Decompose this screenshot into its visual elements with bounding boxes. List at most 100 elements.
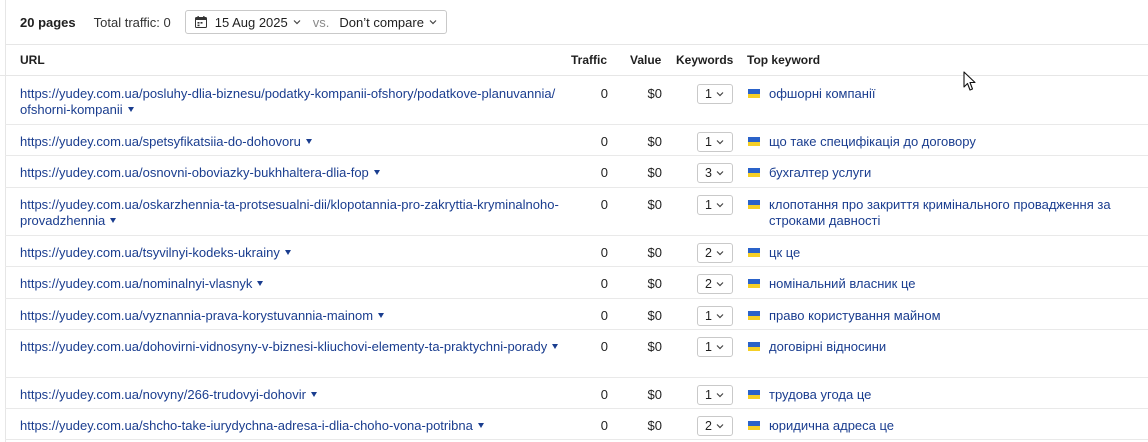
traffic-value: 0 bbox=[600, 86, 608, 101]
page-url-link[interactable]: https://yudey.com.ua/dohovirni-vidnosyny… bbox=[20, 339, 560, 355]
ukraine-flag-icon bbox=[748, 390, 760, 399]
keywords-dropdown[interactable]: 1 bbox=[697, 385, 733, 405]
table-row: https://yudey.com.ua/oskarzhennia-ta-pro… bbox=[5, 188, 1148, 236]
ukraine-flag-icon bbox=[748, 279, 760, 288]
traffic-value: 0 bbox=[600, 418, 608, 433]
table-row: https://yudey.com.ua/spetsyfikatsiia-do-… bbox=[5, 125, 1148, 156]
traffic-value: 0 bbox=[600, 308, 608, 323]
page-url-link[interactable]: https://yudey.com.ua/osnovni-oboviazky-b… bbox=[20, 165, 560, 181]
page-url-text[interactable]: https://yudey.com.ua/shcho-take-iurydych… bbox=[20, 418, 473, 433]
page-url-text[interactable]: https://yudey.com.ua/vyznannia-prava-kor… bbox=[20, 308, 373, 323]
column-header-traffic[interactable]: Traffic bbox=[571, 53, 607, 67]
column-header-top-keyword[interactable]: Top keyword bbox=[747, 53, 820, 67]
ukraine-flag-icon bbox=[748, 311, 760, 320]
caret-down-icon[interactable] bbox=[373, 170, 380, 175]
chevron-down-icon bbox=[716, 92, 724, 97]
page-url-link[interactable]: https://yudey.com.ua/nominalnyi-vlasnyk bbox=[20, 276, 560, 292]
page-url-text[interactable]: https://yudey.com.ua/oskarzhennia-ta-pro… bbox=[20, 197, 559, 228]
keywords-count[interactable]: 1 bbox=[705, 388, 712, 402]
keywords-count[interactable]: 2 bbox=[705, 419, 712, 433]
compare-value[interactable]: Don’t compare bbox=[339, 15, 424, 30]
keywords-dropdown[interactable]: 1 bbox=[697, 84, 733, 104]
value-amount: $0 bbox=[647, 308, 662, 323]
top-keyword-link[interactable]: офшорні компанії bbox=[769, 86, 1119, 102]
traffic-value: 0 bbox=[600, 339, 608, 354]
chevron-down-icon bbox=[716, 393, 724, 398]
vs-label: vs. bbox=[312, 14, 330, 30]
keywords-dropdown[interactable]: 3 bbox=[697, 163, 733, 183]
value-amount: $0 bbox=[647, 276, 662, 291]
chevron-down-icon bbox=[716, 171, 724, 176]
column-header-value[interactable]: Value bbox=[630, 53, 661, 67]
keywords-count[interactable]: 2 bbox=[705, 246, 712, 260]
table-row: https://yudey.com.ua/novyny/266-trudovyi… bbox=[5, 378, 1148, 409]
page-url-text[interactable]: https://yudey.com.ua/posluhy-dlia-biznes… bbox=[20, 86, 555, 117]
top-keyword-link[interactable]: що таке специфікація до договору bbox=[769, 134, 1119, 150]
table-row: https://yudey.com.ua/nominalnyi-vlasnyk … bbox=[5, 267, 1148, 299]
keywords-count[interactable]: 2 bbox=[705, 277, 712, 291]
keywords-dropdown[interactable]: 2 bbox=[697, 274, 733, 294]
ukraine-flag-icon bbox=[748, 200, 760, 209]
top-keyword-link[interactable]: трудова угода це bbox=[769, 387, 1119, 403]
page-url-link[interactable]: https://yudey.com.ua/posluhy-dlia-biznes… bbox=[20, 86, 560, 118]
top-keyword-link[interactable]: договірні відносини bbox=[769, 339, 1119, 355]
mouse-cursor-icon bbox=[963, 71, 976, 91]
top-keyword-link[interactable]: бухгалтер услуги bbox=[769, 165, 1119, 181]
page-url-link[interactable]: https://yudey.com.ua/shcho-take-iurydych… bbox=[20, 418, 560, 434]
page-url-link[interactable]: https://yudey.com.ua/spetsyfikatsiia-do-… bbox=[20, 134, 560, 150]
column-header-url[interactable]: URL bbox=[20, 53, 45, 67]
keywords-dropdown[interactable]: 1 bbox=[697, 306, 733, 326]
date-compare-selector[interactable]: 15 Aug 2025 vs. Don’t compare bbox=[184, 10, 447, 34]
table-row: https://yudey.com.ua/tsyvilnyi-kodeks-uk… bbox=[5, 236, 1148, 267]
summary-bar: 20 pages Total traffic: 0 15 Aug 2025 vs… bbox=[20, 10, 447, 34]
keywords-count[interactable]: 1 bbox=[705, 309, 712, 323]
caret-down-icon[interactable] bbox=[110, 218, 117, 223]
page-url-link[interactable]: https://yudey.com.ua/vyznannia-prava-kor… bbox=[20, 308, 560, 324]
ukraine-flag-icon bbox=[748, 168, 760, 177]
page-url-link[interactable]: https://yudey.com.ua/novyny/266-trudovyi… bbox=[20, 387, 560, 403]
top-keyword-link[interactable]: номінальний власник це bbox=[769, 276, 1119, 292]
chevron-down-icon bbox=[716, 203, 724, 208]
page-url-text[interactable]: https://yudey.com.ua/novyny/266-trudovyi… bbox=[20, 387, 306, 402]
chevron-down-icon bbox=[293, 20, 301, 25]
caret-down-icon[interactable] bbox=[257, 281, 264, 286]
caret-down-icon[interactable] bbox=[305, 139, 312, 144]
page-url-text[interactable]: https://yudey.com.ua/tsyvilnyi-kodeks-uk… bbox=[20, 245, 280, 260]
page-url-text[interactable]: https://yudey.com.ua/osnovni-oboviazky-b… bbox=[20, 165, 369, 180]
keywords-count[interactable]: 1 bbox=[705, 135, 712, 149]
traffic-value: 0 bbox=[600, 134, 608, 149]
caret-down-icon[interactable] bbox=[127, 107, 134, 112]
value-amount: $0 bbox=[647, 245, 662, 260]
chevron-down-icon bbox=[716, 345, 724, 350]
date-value[interactable]: 15 Aug 2025 bbox=[215, 15, 288, 30]
table-row: https://yudey.com.ua/osnovni-oboviazky-b… bbox=[5, 156, 1148, 188]
traffic-value: 0 bbox=[600, 165, 608, 180]
traffic-value: 0 bbox=[600, 276, 608, 291]
page-url-text[interactable]: https://yudey.com.ua/dohovirni-vidnosyny… bbox=[20, 339, 547, 354]
keywords-count[interactable]: 1 bbox=[705, 340, 712, 354]
top-keyword-link[interactable]: клопотання про закриття кримінального пр… bbox=[769, 197, 1119, 229]
page-url-text[interactable]: https://yudey.com.ua/nominalnyi-vlasnyk bbox=[20, 276, 252, 291]
keywords-dropdown[interactable]: 1 bbox=[697, 195, 733, 215]
caret-down-icon[interactable] bbox=[552, 344, 559, 349]
caret-down-icon[interactable] bbox=[477, 423, 484, 428]
top-keyword-link[interactable]: цк це bbox=[769, 245, 1119, 261]
caret-down-icon[interactable] bbox=[284, 250, 291, 255]
keywords-count[interactable]: 1 bbox=[705, 87, 712, 101]
keywords-dropdown[interactable]: 2 bbox=[697, 416, 733, 436]
top-keyword-link[interactable]: юридична адреса це bbox=[769, 418, 1119, 434]
caret-down-icon[interactable] bbox=[310, 392, 317, 397]
column-header-keywords[interactable]: Keywords bbox=[676, 53, 733, 67]
value-amount: $0 bbox=[647, 134, 662, 149]
page-url-link[interactable]: https://yudey.com.ua/tsyvilnyi-kodeks-uk… bbox=[20, 245, 560, 261]
top-keyword-link[interactable]: право користування майном bbox=[769, 308, 1119, 324]
keywords-dropdown[interactable]: 1 bbox=[697, 132, 733, 152]
keywords-count[interactable]: 3 bbox=[705, 166, 712, 180]
traffic-value: 0 bbox=[600, 387, 608, 402]
caret-down-icon[interactable] bbox=[378, 313, 385, 318]
page-url-text[interactable]: https://yudey.com.ua/spetsyfikatsiia-do-… bbox=[20, 134, 301, 149]
page-url-link[interactable]: https://yudey.com.ua/oskarzhennia-ta-pro… bbox=[20, 197, 560, 229]
keywords-count[interactable]: 1 bbox=[705, 198, 712, 212]
keywords-dropdown[interactable]: 1 bbox=[697, 337, 733, 357]
keywords-dropdown[interactable]: 2 bbox=[697, 243, 733, 263]
